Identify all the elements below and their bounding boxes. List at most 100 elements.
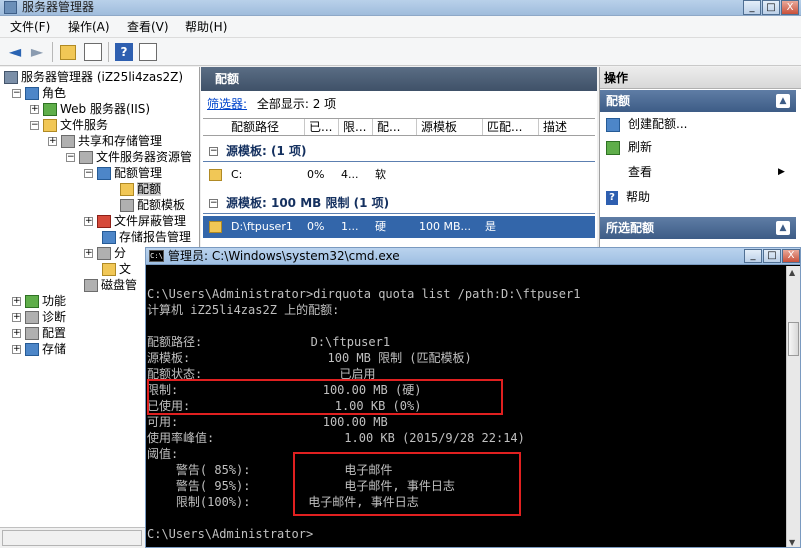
close-button[interactable]: X (781, 0, 799, 15)
tree-item-share-storage[interactable]: + 共享和存储管理 (48, 133, 162, 149)
section-label: 所选配额 (606, 221, 655, 235)
collapse-icon[interactable]: − (84, 169, 93, 178)
collapse-icon[interactable]: − (66, 153, 75, 162)
table-row[interactable]: C: 0% 4... 软 (203, 164, 595, 186)
cmd-console[interactable]: C:\Users\Administrator>dirquota quota li… (147, 266, 787, 547)
minimize-button[interactable]: _ (744, 249, 762, 263)
tree-item-storage-reports[interactable]: 存储报告管理 (102, 229, 191, 245)
share-icon (61, 135, 75, 148)
collapse-icon[interactable]: ▲ (776, 94, 790, 108)
cmd-icon: C:\ (149, 250, 164, 262)
table-row[interactable]: D:\ftpuser1 0% 1... 硬 100 MB... 是 (203, 216, 595, 238)
cmd-scrollbar[interactable]: ▲ ▼ (786, 266, 800, 547)
section-label: 配额 (606, 94, 631, 108)
tree-item-storage[interactable]: + 存储 (12, 341, 66, 357)
column-match[interactable]: 匹配... (483, 119, 539, 135)
maximize-button[interactable]: □ (762, 0, 780, 15)
menu-action[interactable]: 操作(A) (68, 19, 110, 35)
console-line: 源模板: 100 MB 限制 (匹配模板) (147, 351, 472, 365)
column-source-template[interactable]: 源模板 (417, 119, 483, 135)
help-icon: ? (606, 190, 618, 205)
column-quota-type[interactable]: 配... (373, 119, 417, 135)
scroll-thumb[interactable] (788, 322, 799, 356)
cell-path: C: (231, 168, 243, 181)
actions-section-quotas[interactable]: 配额 ▲ (600, 90, 796, 112)
filter-bar: 筛选器: 全部显示: 2 项 (201, 94, 336, 114)
column-quota-path[interactable]: 配额路径 (227, 119, 305, 135)
status-cell (2, 530, 142, 546)
submenu-arrow-icon: ▶ (778, 167, 785, 177)
console-tree-icon[interactable] (84, 43, 102, 61)
cell-used: 0% (307, 168, 325, 181)
diagnostics-icon (25, 311, 39, 324)
window-title: 服务器管理器 (22, 0, 95, 14)
console-line: C:\Users\Administrator>dirquota quota li… (147, 287, 581, 301)
scroll-down-icon[interactable]: ▼ (789, 538, 795, 547)
collapse-icon[interactable]: − (209, 199, 218, 208)
up-folder-icon[interactable] (60, 45, 76, 60)
tree-item-features[interactable]: + 功能 (12, 293, 66, 309)
column-used[interactable]: 已... (305, 119, 339, 135)
scroll-up-icon[interactable]: ▲ (789, 268, 795, 277)
template-icon (120, 199, 134, 212)
fsrm-icon (79, 151, 93, 164)
back-arrow-icon[interactable]: ◄ (6, 43, 24, 61)
collapse-icon[interactable]: − (209, 147, 218, 156)
disk-icon (84, 279, 98, 292)
column-description[interactable]: 描述 (539, 119, 589, 135)
filter-link[interactable]: 筛选器: (207, 97, 247, 111)
collapse-icon[interactable]: ▲ (776, 221, 790, 235)
tree-item-roles[interactable]: − 角色 (12, 85, 66, 101)
forward-arrow-icon[interactable]: ► (28, 43, 46, 61)
column-limit[interactable]: 限... (339, 119, 373, 135)
tree-item-disk-management[interactable]: 磁盘管 (84, 277, 137, 293)
expand-icon[interactable]: + (12, 345, 21, 354)
collapse-icon[interactable]: − (12, 89, 21, 98)
expand-icon[interactable]: + (48, 137, 57, 146)
cell-template: 100 MB... (419, 220, 472, 233)
action-view[interactable]: 查看 ▶ (606, 162, 785, 182)
expand-icon[interactable]: + (12, 313, 21, 322)
create-quota-icon (606, 117, 620, 132)
tree-item-file-services[interactable]: − 文件服务 (30, 117, 108, 133)
quota-icon (209, 221, 222, 233)
action-pane-icon[interactable] (139, 43, 157, 61)
group-header[interactable]: − 源模板: (1 项) (203, 140, 595, 162)
menu-file[interactable]: 文件(F) (10, 19, 50, 35)
window-titlebar: 服务器管理器 _ □ X (0, 0, 801, 16)
action-help[interactable]: ? 帮助 (606, 187, 650, 207)
actions-section-selected-quota[interactable]: 所选配额 ▲ (600, 217, 796, 239)
toolbar: ◄ ► ? (0, 38, 801, 66)
tree-item-quota-templates[interactable]: 配额模板 (120, 197, 185, 213)
collapse-icon[interactable]: − (30, 121, 39, 130)
expand-icon[interactable]: + (84, 249, 93, 258)
action-create-quota[interactable]: 创建配额... (606, 114, 687, 134)
tree-item-quota-management[interactable]: − 配额管理 (84, 165, 162, 181)
tree-item-truncated-1[interactable]: + 分 (84, 245, 126, 261)
tree-item-truncated-2[interactable]: 文 (102, 261, 131, 277)
filter-summary: 全部显示: 2 项 (256, 97, 337, 111)
tree-item-fsrm[interactable]: − 文件服务器资源管 (66, 149, 192, 165)
menu-help[interactable]: 帮助(H) (185, 19, 227, 35)
expand-icon[interactable]: + (12, 329, 21, 338)
cell-used: 0% (307, 220, 325, 233)
expand-icon[interactable]: + (12, 297, 21, 306)
menu-view[interactable]: 查看(V) (127, 19, 169, 35)
cmd-titlebar[interactable]: C:\ 管理员: C:\Windows\system32\cmd.exe _ □… (146, 248, 800, 265)
tree-item-quotas[interactable]: 配额 (120, 181, 162, 197)
maximize-button[interactable]: □ (763, 249, 781, 263)
group-header[interactable]: − 源模板: 100 MB 限制 (1 项) (203, 192, 595, 214)
action-refresh[interactable]: 刷新 (606, 137, 652, 157)
expand-icon[interactable]: + (84, 217, 93, 226)
tree-root[interactable]: 服务器管理器 (iZ25li4zas2Z) (4, 69, 183, 85)
close-button[interactable]: X (782, 249, 800, 263)
minimize-button[interactable]: _ (743, 0, 761, 15)
cmd-window[interactable]: C:\ 管理员: C:\Windows\system32\cmd.exe _ □… (145, 247, 801, 548)
tree-item-iis[interactable]: + Web 服务器(IIS) (30, 101, 150, 117)
expand-icon[interactable]: + (30, 105, 39, 114)
tree-item-diagnostics[interactable]: + 诊断 (12, 309, 66, 325)
tree-item-file-screening[interactable]: + 文件屏蔽管理 (84, 213, 186, 229)
server-icon (4, 71, 18, 84)
help-icon[interactable]: ? (115, 43, 133, 61)
tree-item-configuration[interactable]: + 配置 (12, 325, 66, 341)
